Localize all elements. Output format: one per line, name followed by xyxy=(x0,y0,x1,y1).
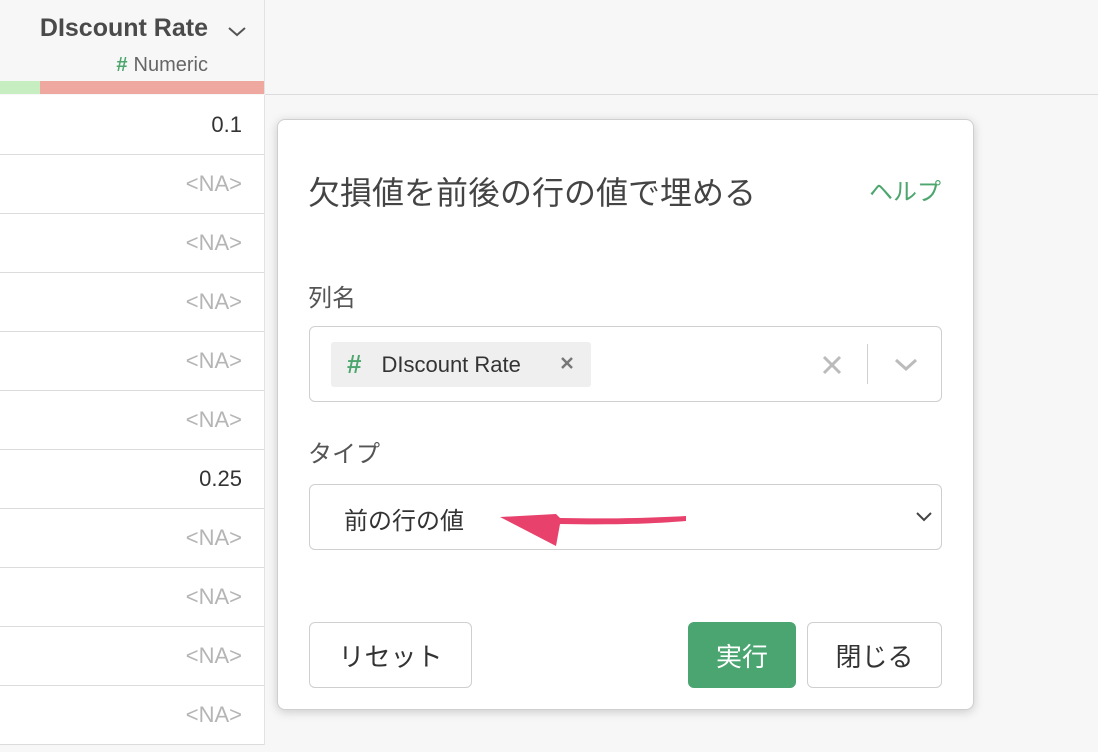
dialog-title: 欠損値を前後の行の値で埋める xyxy=(308,174,757,212)
type-label: タイプ xyxy=(308,440,380,468)
column-header[interactable]: DIscount Rate # Numeric xyxy=(0,0,265,94)
chevron-down-icon[interactable] xyxy=(893,355,919,373)
table-cell[interactable]: <NA> xyxy=(0,332,264,391)
table-cell[interactable]: <NA> xyxy=(0,568,264,627)
column-title: DIscount Rate xyxy=(39,14,208,42)
numeric-type-icon: # xyxy=(347,349,362,379)
chevron-down-icon xyxy=(916,512,932,522)
table-cell[interactable]: 0.1 xyxy=(0,95,264,155)
column-type: # Numeric xyxy=(116,54,208,77)
table-cell[interactable]: 0.25 xyxy=(0,450,264,509)
table-cell[interactable]: <NA> xyxy=(0,214,264,273)
reset-button[interactable]: リセット xyxy=(309,622,472,688)
run-button[interactable]: 実行 xyxy=(688,622,796,688)
quality-bar-missing xyxy=(40,81,264,94)
column-select[interactable]: # DIscount Rate xyxy=(309,326,942,402)
data-quality-bar xyxy=(0,81,264,94)
column-name-label: 列名 xyxy=(308,284,356,312)
table-cell[interactable]: <NA> xyxy=(0,686,264,745)
type-select[interactable]: 前の行の値 xyxy=(309,484,942,550)
help-link[interactable]: ヘルプ xyxy=(869,172,941,207)
numeric-type-icon: # xyxy=(116,54,128,76)
table-cell[interactable]: <NA> xyxy=(0,155,264,214)
column-cells: 0.1 <NA> <NA> <NA> <NA> <NA> 0.25 <NA> <… xyxy=(0,95,265,745)
clear-icon[interactable] xyxy=(821,354,843,376)
chevron-down-icon[interactable] xyxy=(226,22,248,40)
column-type-label: Numeric xyxy=(133,54,208,76)
table-cell[interactable]: <NA> xyxy=(0,391,264,450)
fill-missing-dialog: 欠損値を前後の行の値で埋める ヘルプ 列名 # DIscount Rate タイ… xyxy=(277,119,974,710)
header-empty-area xyxy=(265,0,1098,95)
select-divider xyxy=(867,344,868,384)
quality-bar-valid xyxy=(0,81,40,94)
selected-column-chip: # DIscount Rate xyxy=(331,342,591,387)
table-cell[interactable]: <NA> xyxy=(0,273,264,332)
table-cell[interactable]: <NA> xyxy=(0,627,264,686)
close-button[interactable]: 閉じる xyxy=(807,622,942,688)
close-icon[interactable] xyxy=(559,354,575,372)
type-select-value: 前の行の値 xyxy=(344,507,464,535)
table-cell[interactable]: <NA> xyxy=(0,509,264,568)
chip-label: DIscount Rate xyxy=(381,351,521,377)
